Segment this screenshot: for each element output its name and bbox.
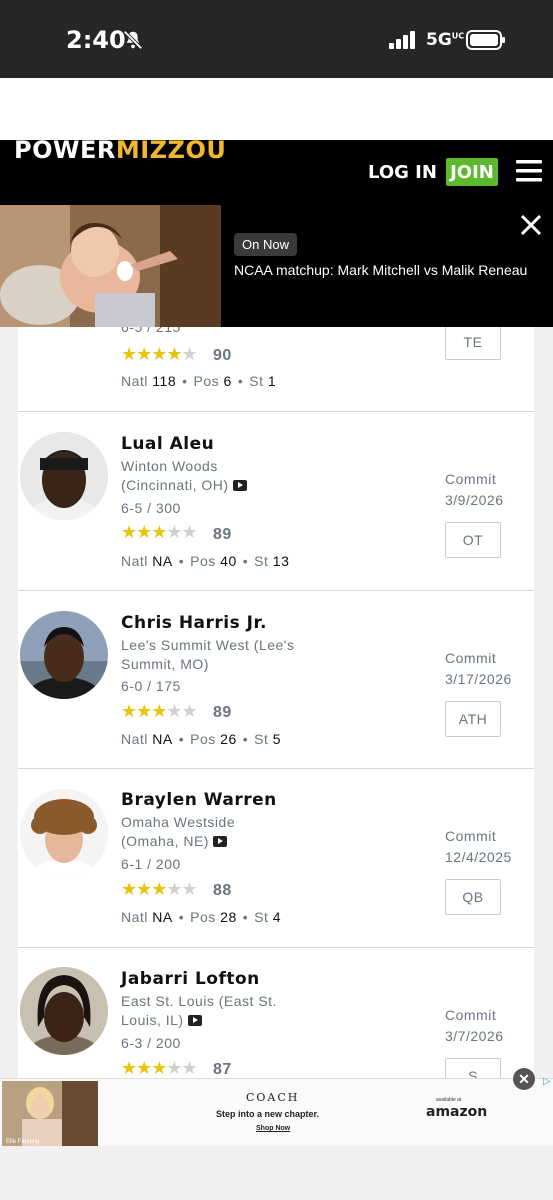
list-item[interactable]: Braylen Warren Omaha Westside (Omaha, NE… <box>18 769 534 948</box>
amazon-logo: amazon <box>426 1104 488 1120</box>
star-rating: ★★★★★ <box>121 522 198 542</box>
recruit-ranks: Natl NA • Pos 26 • St 5 <box>121 731 282 747</box>
signal-icon <box>389 31 415 49</box>
login-link[interactable]: LOG IN <box>368 162 437 183</box>
network-label: 5GUC <box>426 30 465 50</box>
commit-date: Commit 3/17/2026 <box>445 650 512 687</box>
recruit-size: 6-5 / 300 <box>121 500 181 516</box>
recruit-name[interactable]: Chris Harris Jr. <box>121 613 267 633</box>
recruit-school[interactable]: Omaha Westside (Omaha, NE) <box>121 813 291 851</box>
recruit-rating: 88 <box>213 882 232 899</box>
recruit-school[interactable]: Lee's Summit West (Lee's Summit, MO) <box>121 636 321 674</box>
recruit-school[interactable]: East St. Louis (East St. Louis, IL) <box>121 992 281 1030</box>
video-thumbnail[interactable] <box>0 205 221 327</box>
video-banner[interactable]: On Now NCAA matchup: Mark Mitchell vs Ma… <box>0 205 553 327</box>
position-badge[interactable]: OT <box>445 522 501 558</box>
recruit-rating: 90 <box>213 347 232 364</box>
recruit-size: 6-1 / 200 <box>121 856 181 872</box>
star-rating: ★★★★★ <box>121 701 198 721</box>
ad-brand: COACH <box>246 1091 300 1104</box>
recruit-name[interactable]: Braylen Warren <box>121 790 277 810</box>
video-title[interactable]: NCAA matchup: Mark Mitchell vs Malik Ren… <box>234 261 534 280</box>
recruit-size: 6-3 / 200 <box>121 1035 181 1051</box>
ad-available-text: available at <box>436 1097 462 1103</box>
browser-blank-area <box>0 78 553 140</box>
recruit-ranks: Natl NA • Pos 40 • St 13 <box>121 553 290 569</box>
recruit-rating: 87 <box>213 1061 232 1078</box>
recruit-ranks: Natl 118 • Pos 6 • St 1 <box>121 373 277 389</box>
position-badge[interactable]: S <box>445 1058 501 1078</box>
avatar[interactable] <box>20 789 108 877</box>
video-icon[interactable] <box>187 1015 202 1026</box>
recruit-rating: 89 <box>213 526 232 543</box>
star-rating: ★★★★★ <box>121 879 198 899</box>
page-bottom <box>0 1146 553 1200</box>
position-badge[interactable]: QB <box>445 879 501 915</box>
recruit-list: 6-5 / 215 ★★★★★ 90 Natl 118 • Pos 6 • St 1 T… <box>18 327 534 1078</box>
avatar[interactable] <box>20 432 108 520</box>
on-now-badge: On Now <box>234 233 297 256</box>
recruit-school[interactable]: Winton Woods (Cincinnati, OH) <box>121 457 291 495</box>
commit-date: Commit 3/7/2026 <box>445 1007 504 1044</box>
star-rating: ★★★★★ <box>121 344 198 364</box>
ad-banner[interactable]: Elle Fanning COACH Step into a new chapt… <box>0 1078 553 1147</box>
recruit-list-area: 6-5 / 215 ★★★★★ 90 Natl 118 • Pos 6 • St 1 T… <box>0 327 553 1078</box>
position-badge[interactable]: ATH <box>445 701 501 737</box>
ad-tagline: Step into a new chapter. <box>216 1109 320 1119</box>
avatar[interactable] <box>20 967 108 1055</box>
status-time: 2:40 <box>66 26 126 54</box>
star-rating: ★★★★★ <box>121 1058 198 1078</box>
status-bar: 2:40 5GUC <box>0 0 553 78</box>
recruit-rating: 89 <box>213 704 232 721</box>
ad-shop-link[interactable]: Shop Now <box>256 1125 290 1132</box>
ad-close-icon[interactable]: ✕ <box>513 1068 535 1090</box>
ad-image-caption: Elle Fanning <box>6 1139 39 1145</box>
battery-icon <box>466 30 505 50</box>
site-header: POWERMIZZOU LOG IN JOIN <box>0 138 553 205</box>
video-icon[interactable] <box>232 480 247 491</box>
recruit-size: 6-5 / 215 <box>121 327 181 335</box>
avatar[interactable] <box>20 611 108 699</box>
hamburger-menu-icon[interactable] <box>516 160 542 182</box>
list-item[interactable]: Chris Harris Jr. Lee's Summit West (Lee'… <box>18 591 534 769</box>
list-item[interactable]: 6-5 / 215 ★★★★★ 90 Natl 118 • Pos 6 • St 1 T… <box>18 327 534 412</box>
site-logo[interactable]: POWERMIZZOU <box>14 138 226 162</box>
commit-date: Commit 12/4/2025 <box>445 828 512 865</box>
ad-image[interactable]: Elle Fanning <box>2 1081 98 1147</box>
ad-choices-icon[interactable]: ▷ <box>543 1076 551 1087</box>
commit-date: Commit 3/9/2026 <box>445 471 504 508</box>
recruit-name[interactable]: Lual Aleu <box>121 434 214 454</box>
join-button[interactable]: JOIN <box>446 158 498 186</box>
recruit-size: 6-0 / 175 <box>121 678 181 694</box>
video-icon[interactable] <box>213 836 228 847</box>
list-item[interactable]: Jabarri Lofton East St. Louis (East St. … <box>18 948 534 1078</box>
bell-slash-icon <box>123 30 143 50</box>
list-item[interactable]: Lual Aleu Winton Woods (Cincinnati, OH) … <box>18 412 534 591</box>
recruit-ranks: Natl NA • Pos 28 • St 4 <box>121 909 282 925</box>
close-icon[interactable] <box>519 213 543 237</box>
recruit-name[interactable]: Jabarri Lofton <box>121 969 260 989</box>
position-badge[interactable]: TE <box>445 327 501 360</box>
